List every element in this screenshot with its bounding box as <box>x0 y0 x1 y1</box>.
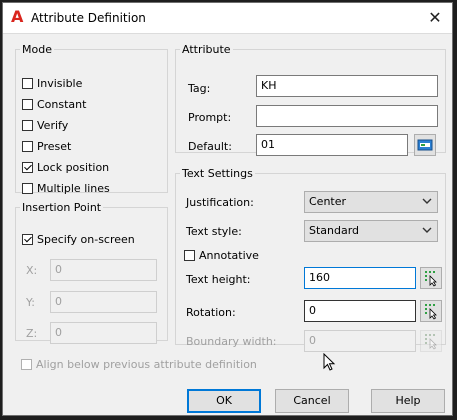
title-bar: A Attribute Definition ✕ <box>3 3 452 34</box>
chevron-down-icon <box>422 194 432 211</box>
multiple-lines-checkbox-box[interactable] <box>22 182 33 194</box>
window-title: Attribute Definition <box>31 11 146 25</box>
multiple-lines-label: Multiple lines <box>37 181 110 195</box>
attribute-group: Attribute Tag: KH Prompt: Default: 01 <box>175 43 446 156</box>
insertion-point-group: Insertion Point Specify on-screen X: 0 Y… <box>15 201 168 344</box>
specify-on-screen-label: Specify on-screen <box>37 232 135 246</box>
lock-position-checkbox[interactable]: Lock position <box>22 160 109 174</box>
tag-field[interactable]: KH <box>256 75 438 97</box>
verify-checkbox-box[interactable] <box>22 119 33 131</box>
default-field[interactable]: 01 <box>256 134 408 156</box>
verify-checkbox[interactable]: Verify <box>22 118 68 132</box>
multiple-lines-checkbox[interactable]: Multiple lines <box>22 181 110 195</box>
mouse-cursor-icon <box>323 353 336 371</box>
insert-field-icon <box>417 139 433 151</box>
annotative-label: Annotative <box>199 248 259 262</box>
preset-checkbox[interactable]: Preset <box>22 139 71 153</box>
text-settings-group: Text Settings Justification: Center Text… <box>175 167 446 352</box>
align-below-label: Align below previous attribute definitio… <box>36 357 257 371</box>
boundary-width-field[interactable]: 0 <box>304 330 416 352</box>
x-label: X: <box>26 264 38 277</box>
annotative-checkbox-box[interactable] <box>184 249 195 261</box>
chevron-down-icon <box>422 223 432 240</box>
rotation-label: Rotation: <box>186 306 236 319</box>
text-style-value: Standard <box>309 224 360 237</box>
text-height-field[interactable]: 160 <box>304 267 416 289</box>
insert-field-button[interactable] <box>414 134 436 156</box>
pick-point-icon <box>425 334 437 350</box>
default-label: Default: <box>188 140 232 153</box>
pick-point-icon <box>425 304 437 320</box>
justification-label: Justification: <box>186 196 254 209</box>
help-button[interactable]: Help <box>371 389 445 413</box>
rotation-field[interactable]: 0 <box>304 300 416 322</box>
text-style-label: Text style: <box>186 225 242 238</box>
mode-group: Mode Invisible Constant Verify Preset Lo… <box>15 43 168 195</box>
mode-legend: Mode <box>22 43 52 56</box>
constant-checkbox[interactable]: Constant <box>22 97 86 111</box>
tag-label: Tag: <box>188 82 211 95</box>
autocad-app-icon: A <box>11 7 24 26</box>
pick-point-icon <box>425 271 437 287</box>
close-icon[interactable]: ✕ <box>424 7 446 29</box>
constant-checkbox-box[interactable] <box>22 98 33 110</box>
text-settings-legend: Text Settings <box>182 167 253 180</box>
rotation-pick-button[interactable] <box>420 300 442 322</box>
justification-select[interactable]: Center <box>304 191 438 213</box>
annotative-checkbox[interactable]: Annotative <box>184 248 259 262</box>
lock-position-checkbox-box[interactable] <box>22 161 33 173</box>
cancel-button[interactable]: Cancel <box>275 389 349 413</box>
invisible-checkbox[interactable]: Invisible <box>22 76 82 90</box>
specify-on-screen-checkbox[interactable]: Specify on-screen <box>22 232 135 246</box>
attribute-definition-dialog: A Attribute Definition ✕ Mode Invisible … <box>2 2 453 416</box>
attribute-legend: Attribute <box>182 43 231 56</box>
text-height-label: Text height: <box>186 273 251 286</box>
invisible-checkbox-box[interactable] <box>22 77 33 89</box>
z-field[interactable]: 0 <box>50 322 157 344</box>
y-field[interactable]: 0 <box>50 291 157 313</box>
text-height-pick-button[interactable] <box>420 267 442 289</box>
align-below-checkbox-box[interactable] <box>21 358 32 370</box>
verify-label: Verify <box>37 118 69 132</box>
align-below-checkbox[interactable]: Align below previous attribute definitio… <box>21 357 257 371</box>
x-field[interactable]: 0 <box>50 259 157 281</box>
specify-on-screen-checkbox-box[interactable] <box>22 233 33 245</box>
justification-value: Center <box>309 195 347 208</box>
insertion-point-legend: Insertion Point <box>22 201 102 214</box>
y-label: Y: <box>26 296 35 309</box>
prompt-label: Prompt: <box>188 111 232 124</box>
constant-label: Constant <box>37 97 87 111</box>
invisible-label: Invisible <box>37 76 83 90</box>
ok-button[interactable]: OK <box>187 389 261 413</box>
preset-checkbox-box[interactable] <box>22 140 33 152</box>
text-style-select[interactable]: Standard <box>304 220 438 242</box>
boundary-width-label: Boundary width: <box>186 335 277 348</box>
prompt-field[interactable] <box>256 105 438 127</box>
boundary-width-pick-button[interactable] <box>420 330 442 352</box>
z-label: Z: <box>26 327 38 340</box>
lock-position-label: Lock position <box>37 160 110 174</box>
preset-label: Preset <box>37 139 72 153</box>
